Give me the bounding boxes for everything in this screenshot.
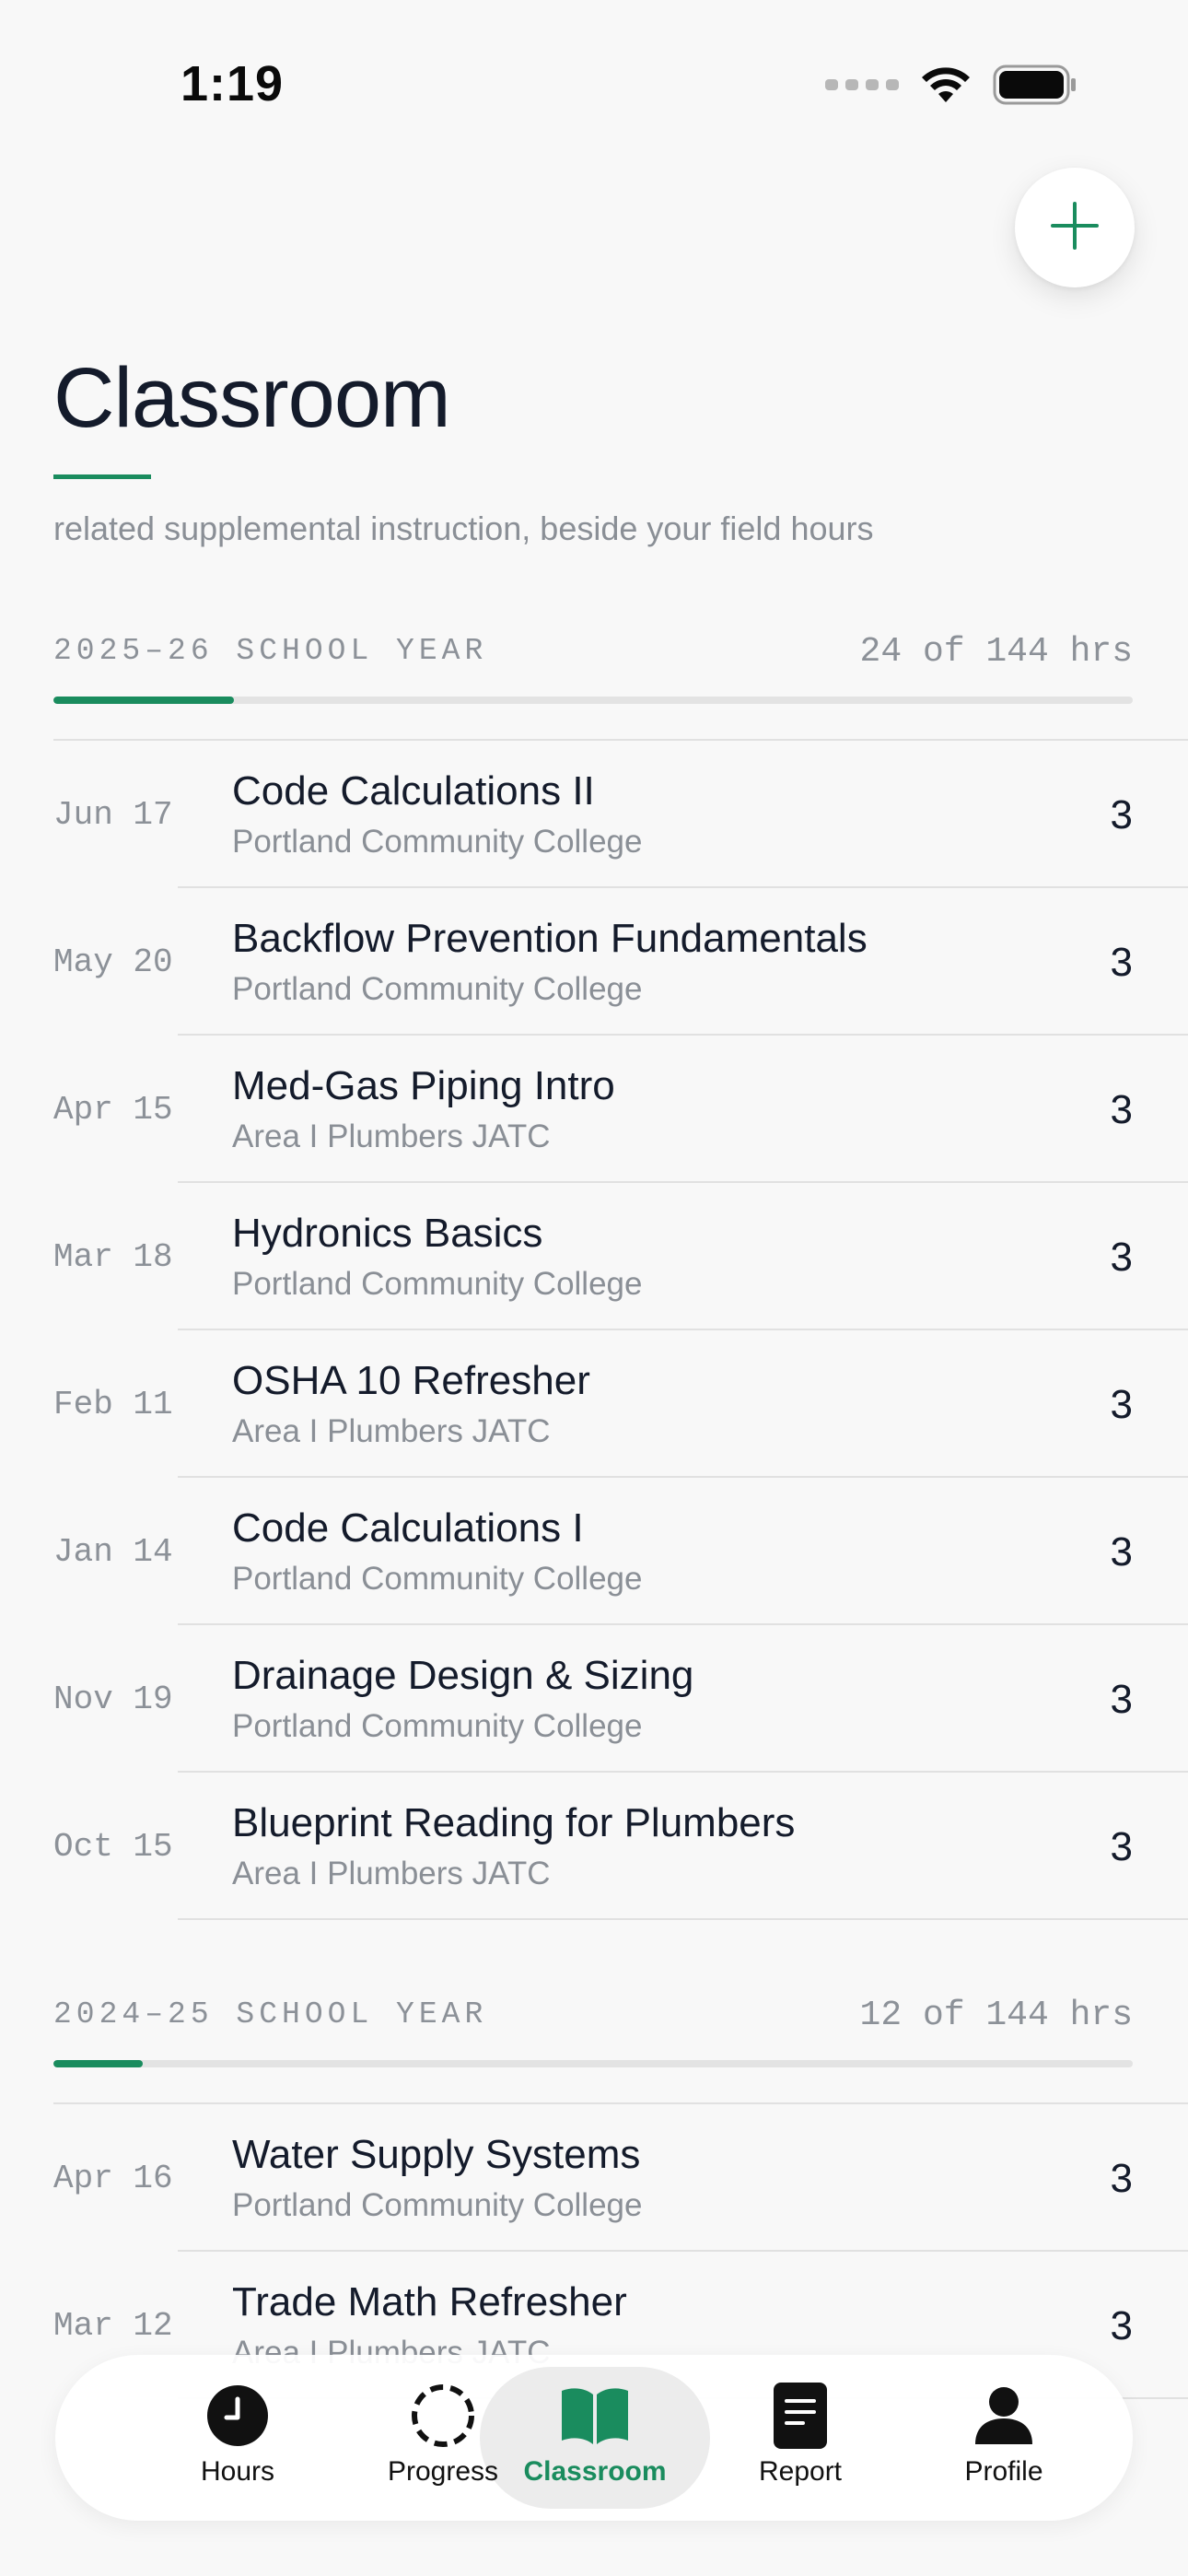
tab-label: Progress xyxy=(387,2456,499,2487)
class-school: Portland Community College xyxy=(232,1708,643,1744)
tab-label: Report xyxy=(758,2456,843,2487)
class-row[interactable]: Apr 15 Med-Gas Piping Intro Area I Plumber… xyxy=(0,1036,1188,1183)
class-row[interactable]: May 20 Backflow Prevention Fundamentals Po… xyxy=(0,888,1188,1036)
cellular-signal-icon xyxy=(825,79,899,90)
school-year-section: 2024–25 SCHOOL YEAR 12 of 144 hrs Apr 16… xyxy=(0,1996,1188,2399)
class-title: Med-Gas Piping Intro xyxy=(232,1063,615,1108)
section-label: 2024–25 SCHOOL YEAR xyxy=(53,1997,488,2032)
class-school: Area I Plumbers JATC xyxy=(232,1118,551,1154)
add-class-button[interactable] xyxy=(1015,168,1135,287)
class-hours: 3 xyxy=(1110,792,1133,837)
section-header: 2025–26 SCHOOL YEAR 24 of 144 hrs xyxy=(0,632,1188,708)
class-school: Portland Community College xyxy=(232,824,643,860)
class-school: Portland Community College xyxy=(232,1266,643,1302)
book-icon xyxy=(558,2383,632,2449)
class-title: Code Calculations II xyxy=(232,768,595,814)
class-row[interactable]: Mar 18 Hydronics Basics Portland Community… xyxy=(0,1183,1188,1330)
class-title: Hydronics Basics xyxy=(232,1211,543,1256)
class-date: Apr 16 xyxy=(53,2160,173,2197)
wifi-icon xyxy=(919,65,973,104)
class-row[interactable]: Jan 14 Code Calculations I Portland Commun… xyxy=(0,1478,1188,1625)
class-row[interactable]: Nov 19 Drainage Design & Sizing Portland C… xyxy=(0,1625,1188,1773)
page-title: Classroom xyxy=(53,351,451,445)
school-year-section: 2025–26 SCHOOL YEAR 24 of 144 hrs Jun 17… xyxy=(0,632,1188,1920)
hours-progress-bar xyxy=(53,2060,1133,2067)
class-date: Jan 14 xyxy=(53,1533,173,1571)
battery-icon xyxy=(993,64,1077,105)
class-date: Nov 19 xyxy=(53,1680,173,1718)
bottom-tab-bar: Hours Progress Classroom Report Profile xyxy=(55,2355,1133,2521)
class-hours: 3 xyxy=(1110,940,1133,985)
tab-profile[interactable]: Profile xyxy=(898,2355,1110,2521)
class-date: Mar 12 xyxy=(53,2307,173,2345)
class-date: Jun 17 xyxy=(53,796,173,834)
class-row[interactable]: Feb 11 OSHA 10 Refresher Area I Plumbers J… xyxy=(0,1330,1188,1478)
clock-icon xyxy=(206,2383,269,2449)
class-date: Mar 18 xyxy=(53,1238,173,1276)
document-icon xyxy=(774,2383,827,2449)
class-row[interactable]: Jun 17 Code Calculations II Portland Commu… xyxy=(0,741,1188,888)
status-time: 1:19 xyxy=(181,56,285,111)
class-school: Area I Plumbers JATC xyxy=(232,1413,551,1449)
class-title: Trade Math Refresher xyxy=(232,2279,627,2324)
plus-icon xyxy=(1049,200,1101,256)
class-hours: 3 xyxy=(1110,1382,1133,1427)
section-label: 2025–26 SCHOOL YEAR xyxy=(53,634,488,668)
class-hours: 3 xyxy=(1110,1529,1133,1575)
section-hours-total: 12 of 144 hrs xyxy=(859,1996,1133,2035)
class-list: Jun 17 Code Calculations II Portland Commu… xyxy=(0,739,1188,1920)
tab-classroom[interactable]: Classroom xyxy=(489,2355,701,2521)
status-icons xyxy=(825,64,1077,105)
class-school: Portland Community College xyxy=(232,2187,643,2223)
tab-label: Profile xyxy=(964,2456,1043,2487)
tab-report[interactable]: Report xyxy=(694,2355,906,2521)
section-header: 2024–25 SCHOOL YEAR 12 of 144 hrs xyxy=(0,1996,1188,2071)
class-hours: 3 xyxy=(1110,1087,1133,1132)
class-hours: 3 xyxy=(1110,2303,1133,2348)
class-school: Portland Community College xyxy=(232,971,643,1007)
tab-label: Hours xyxy=(200,2456,275,2487)
class-date: May 20 xyxy=(53,943,173,981)
class-hours: 3 xyxy=(1110,1677,1133,1722)
class-hours: 3 xyxy=(1110,1824,1133,1869)
tab-hours[interactable]: Hours xyxy=(132,2355,344,2521)
status-bar: 1:19 xyxy=(0,0,1188,175)
class-date: Apr 15 xyxy=(53,1091,173,1129)
class-hours: 3 xyxy=(1110,2156,1133,2201)
class-school: Portland Community College xyxy=(232,1561,643,1597)
section-hours-total: 24 of 144 hrs xyxy=(859,632,1133,672)
class-date: Oct 15 xyxy=(53,1828,173,1866)
class-school: Area I Plumbers JATC xyxy=(232,1856,551,1891)
class-title: OSHA 10 Refresher xyxy=(232,1358,590,1403)
divider xyxy=(178,1918,1188,1920)
person-icon xyxy=(973,2383,1034,2449)
title-underline xyxy=(53,474,151,479)
class-title: Code Calculations I xyxy=(232,1505,584,1551)
tab-label: Classroom xyxy=(523,2456,667,2487)
hours-progress-fill xyxy=(53,697,234,704)
class-title: Backflow Prevention Fundamentals xyxy=(232,916,868,961)
class-row[interactable]: Apr 16 Water Supply Systems Portland Commu… xyxy=(0,2104,1188,2252)
class-title: Blueprint Reading for Plumbers xyxy=(232,1800,796,1845)
class-hours: 3 xyxy=(1110,1235,1133,1280)
class-title: Water Supply Systems xyxy=(232,2132,641,2177)
page-subtitle: related supplemental instruction, beside… xyxy=(53,509,874,547)
hours-progress-fill xyxy=(53,2060,144,2067)
class-title: Drainage Design & Sizing xyxy=(232,1653,694,1698)
hours-progress-bar xyxy=(53,697,1133,704)
class-row[interactable]: Oct 15 Blueprint Reading for Plumbers Area… xyxy=(0,1773,1188,1920)
class-date: Feb 11 xyxy=(53,1386,173,1423)
progress-ring-icon xyxy=(411,2383,475,2449)
